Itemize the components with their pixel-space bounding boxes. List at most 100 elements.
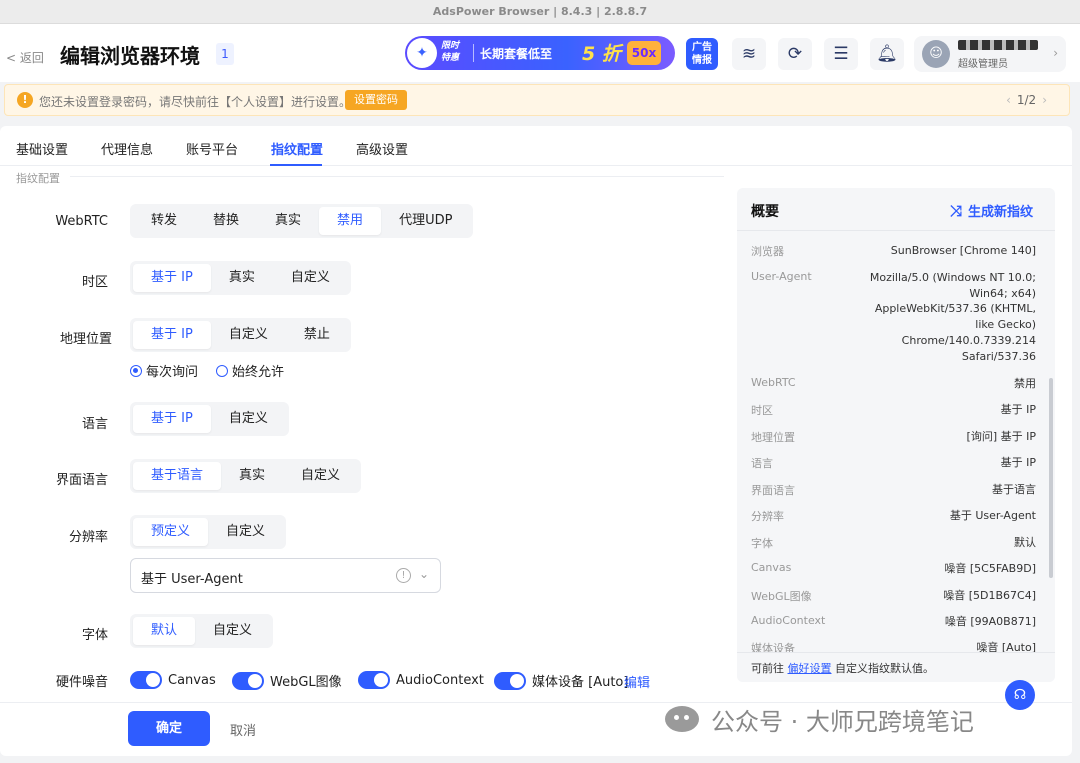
- ui-language-label: 界面语言: [55, 473, 108, 488]
- main-panel: 基础设置 代理信息 账号平台 指纹配置 高级设置 指纹配置 WebRTC 转发 …: [0, 126, 1072, 756]
- overview-divider: [737, 230, 1055, 231]
- support-headset-icon[interactable]: ☊: [1005, 680, 1035, 710]
- resolution-select-value: 基于 User-Agent: [141, 572, 243, 587]
- bell-icon[interactable]: 🔔︎: [870, 38, 904, 70]
- tab-proxy[interactable]: 代理信息: [101, 139, 153, 158]
- resolution-select[interactable]: 基于 User-Agent ! ⌄: [130, 558, 441, 593]
- canvas-toggle[interactable]: Canvas: [130, 671, 216, 689]
- geo-radio-ask[interactable]: 每次询问: [130, 361, 198, 380]
- geo-option-selected[interactable]: 基于 IP: [133, 321, 211, 349]
- generate-fingerprint-button[interactable]: ⤨ 生成新指纹: [949, 201, 1033, 221]
- resolution-option-selected[interactable]: 预定义: [133, 518, 209, 546]
- list-icon[interactable]: ☰: [824, 38, 858, 70]
- promo-divider: [473, 44, 474, 62]
- timezone-option[interactable]: 真实: [211, 264, 273, 292]
- ok-button[interactable]: 确定: [128, 711, 210, 746]
- resolution-option[interactable]: 自定义: [208, 518, 283, 546]
- media-devices-edit-link[interactable]: 编辑: [624, 672, 650, 691]
- resolution-label: 分辨率: [68, 530, 108, 545]
- geo-radio-allow[interactable]: 始终允许: [216, 361, 284, 380]
- radio-checked-icon: [130, 364, 142, 377]
- toggle-label: AudioContext: [396, 672, 484, 688]
- toggle-switch-on: [494, 671, 526, 690]
- preferences-link[interactable]: 偏好设置: [788, 662, 832, 675]
- language-option-selected[interactable]: 基于 IP: [133, 405, 211, 433]
- webrtc-option[interactable]: 真实: [257, 207, 319, 235]
- audiocontext-toggle[interactable]: AudioContext: [358, 671, 484, 689]
- tab-bar: 基础设置 代理信息 账号平台 指纹配置 高级设置: [0, 126, 1072, 166]
- webrtc-option[interactable]: 替换: [195, 207, 257, 235]
- overview-title: 概要: [751, 204, 779, 220]
- watermark-text: 公众号 · 大师兄跨境笔记: [711, 707, 974, 736]
- wifi-icon[interactable]: ≋: [732, 38, 766, 70]
- user-name-redacted: [958, 40, 1038, 50]
- warning-icon: !: [17, 92, 33, 108]
- font-segmented: 默认 自定义: [130, 614, 274, 648]
- webgl-toggle[interactable]: WebGL图像: [232, 671, 342, 690]
- section-title: 指纹配置: [16, 172, 60, 185]
- chevron-right-icon: ›: [1053, 46, 1058, 60]
- ui-language-option-selected[interactable]: 基于语言: [133, 462, 222, 490]
- section-divider: [70, 176, 724, 177]
- promo-banner[interactable]: ✦ 限时 特惠 长期套餐低至 5 折 50x: [405, 36, 675, 70]
- timezone-option-selected[interactable]: 基于 IP: [133, 264, 211, 292]
- promo-tag: 限时 特惠: [441, 41, 460, 63]
- font-option-selected[interactable]: 默认: [133, 617, 196, 645]
- hardware-noise-label: 硬件噪音: [55, 675, 108, 690]
- radio-label: 始终允许: [232, 365, 285, 380]
- info-icon: !: [396, 568, 411, 583]
- generate-label: 生成新指纹: [967, 205, 1033, 220]
- toggle-switch-on: [232, 671, 264, 690]
- geo-label: 地理位置: [59, 332, 112, 347]
- chevron-right-icon[interactable]: ›: [1042, 93, 1047, 107]
- font-option[interactable]: 自定义: [195, 617, 270, 645]
- chevron-left-icon[interactable]: ‹: [1006, 93, 1011, 107]
- webrtc-option[interactable]: 代理UDP: [381, 207, 470, 235]
- tab-advanced[interactable]: 高级设置: [356, 139, 408, 158]
- watermark: 公众号 · 大师兄跨境笔记: [665, 702, 974, 736]
- overview-scrollbar[interactable]: [1049, 378, 1053, 578]
- set-password-button[interactable]: 设置密码: [345, 90, 407, 110]
- shuffle-icon: ⤨: [949, 201, 962, 220]
- geo-option[interactable]: 禁止: [286, 321, 348, 349]
- tab-account[interactable]: 账号平台: [186, 139, 238, 158]
- password-notice: ! 您还未设置登录密码，请尽快前往【个人设置】进行设置。 设置密码 ‹ 1/2 ›: [4, 84, 1070, 116]
- toggle-label: 媒体设备 [Auto]: [532, 675, 629, 690]
- ad-intel-button[interactable]: 广告 情报: [686, 38, 718, 70]
- window-titlebar: AdsPower Browser | 8.4.3 | 2.8.8.7: [0, 0, 1080, 24]
- language-segmented: 基于 IP 自定义: [130, 402, 289, 436]
- user-role: 超级管理员: [958, 59, 1008, 70]
- tab-basic[interactable]: 基础设置: [16, 139, 68, 158]
- chevron-down-icon: ⌄: [419, 567, 430, 581]
- geo-segmented: 基于 IP 自定义 禁止: [130, 318, 351, 352]
- toggle-label: WebGL图像: [270, 675, 342, 690]
- toggle-switch-on: [130, 671, 162, 689]
- user-menu[interactable]: ☺ 超级管理员 ›: [914, 36, 1066, 72]
- overview-footer: 可前往 偏好设置 自定义指纹默认值。: [737, 652, 1055, 682]
- resolution-segmented: 预定义 自定义: [130, 515, 287, 549]
- window-title: AdsPower Browser | 8.4.3 | 2.8.8.7: [432, 5, 648, 18]
- timezone-option[interactable]: 自定义: [273, 264, 348, 292]
- geo-option[interactable]: 自定义: [211, 321, 286, 349]
- promo-text: 长期套餐低至: [480, 47, 553, 61]
- webrtc-label: WebRTC: [55, 214, 108, 229]
- media-devices-toggle[interactable]: 媒体设备 [Auto]: [494, 671, 628, 690]
- language-option[interactable]: 自定义: [211, 405, 286, 433]
- app-header: < 返回 编辑浏览器环境 1 ✦ 限时 特惠 长期套餐低至 5 折 50x 广告…: [0, 24, 1080, 82]
- ui-language-option[interactable]: 自定义: [283, 462, 358, 490]
- ui-language-option[interactable]: 真实: [221, 462, 283, 490]
- tab-fingerprint[interactable]: 指纹配置: [271, 139, 323, 158]
- notice-page: 1/2: [1016, 93, 1037, 107]
- webrtc-option[interactable]: 转发: [133, 207, 195, 235]
- toggle-switch-on: [358, 671, 390, 689]
- back-button[interactable]: < 返回: [6, 49, 44, 66]
- toggle-label: Canvas: [168, 672, 216, 688]
- language-label: 语言: [81, 417, 108, 432]
- count-badge: 1: [216, 43, 234, 65]
- cancel-button[interactable]: 取消: [230, 720, 256, 739]
- radio-unchecked-icon: [216, 364, 228, 377]
- promo-discount: 5 折: [582, 43, 621, 65]
- webrtc-option-selected[interactable]: 禁用: [319, 207, 382, 235]
- timezone-segmented: 基于 IP 真实 自定义: [130, 261, 351, 295]
- refresh-icon[interactable]: ⟳: [778, 38, 812, 70]
